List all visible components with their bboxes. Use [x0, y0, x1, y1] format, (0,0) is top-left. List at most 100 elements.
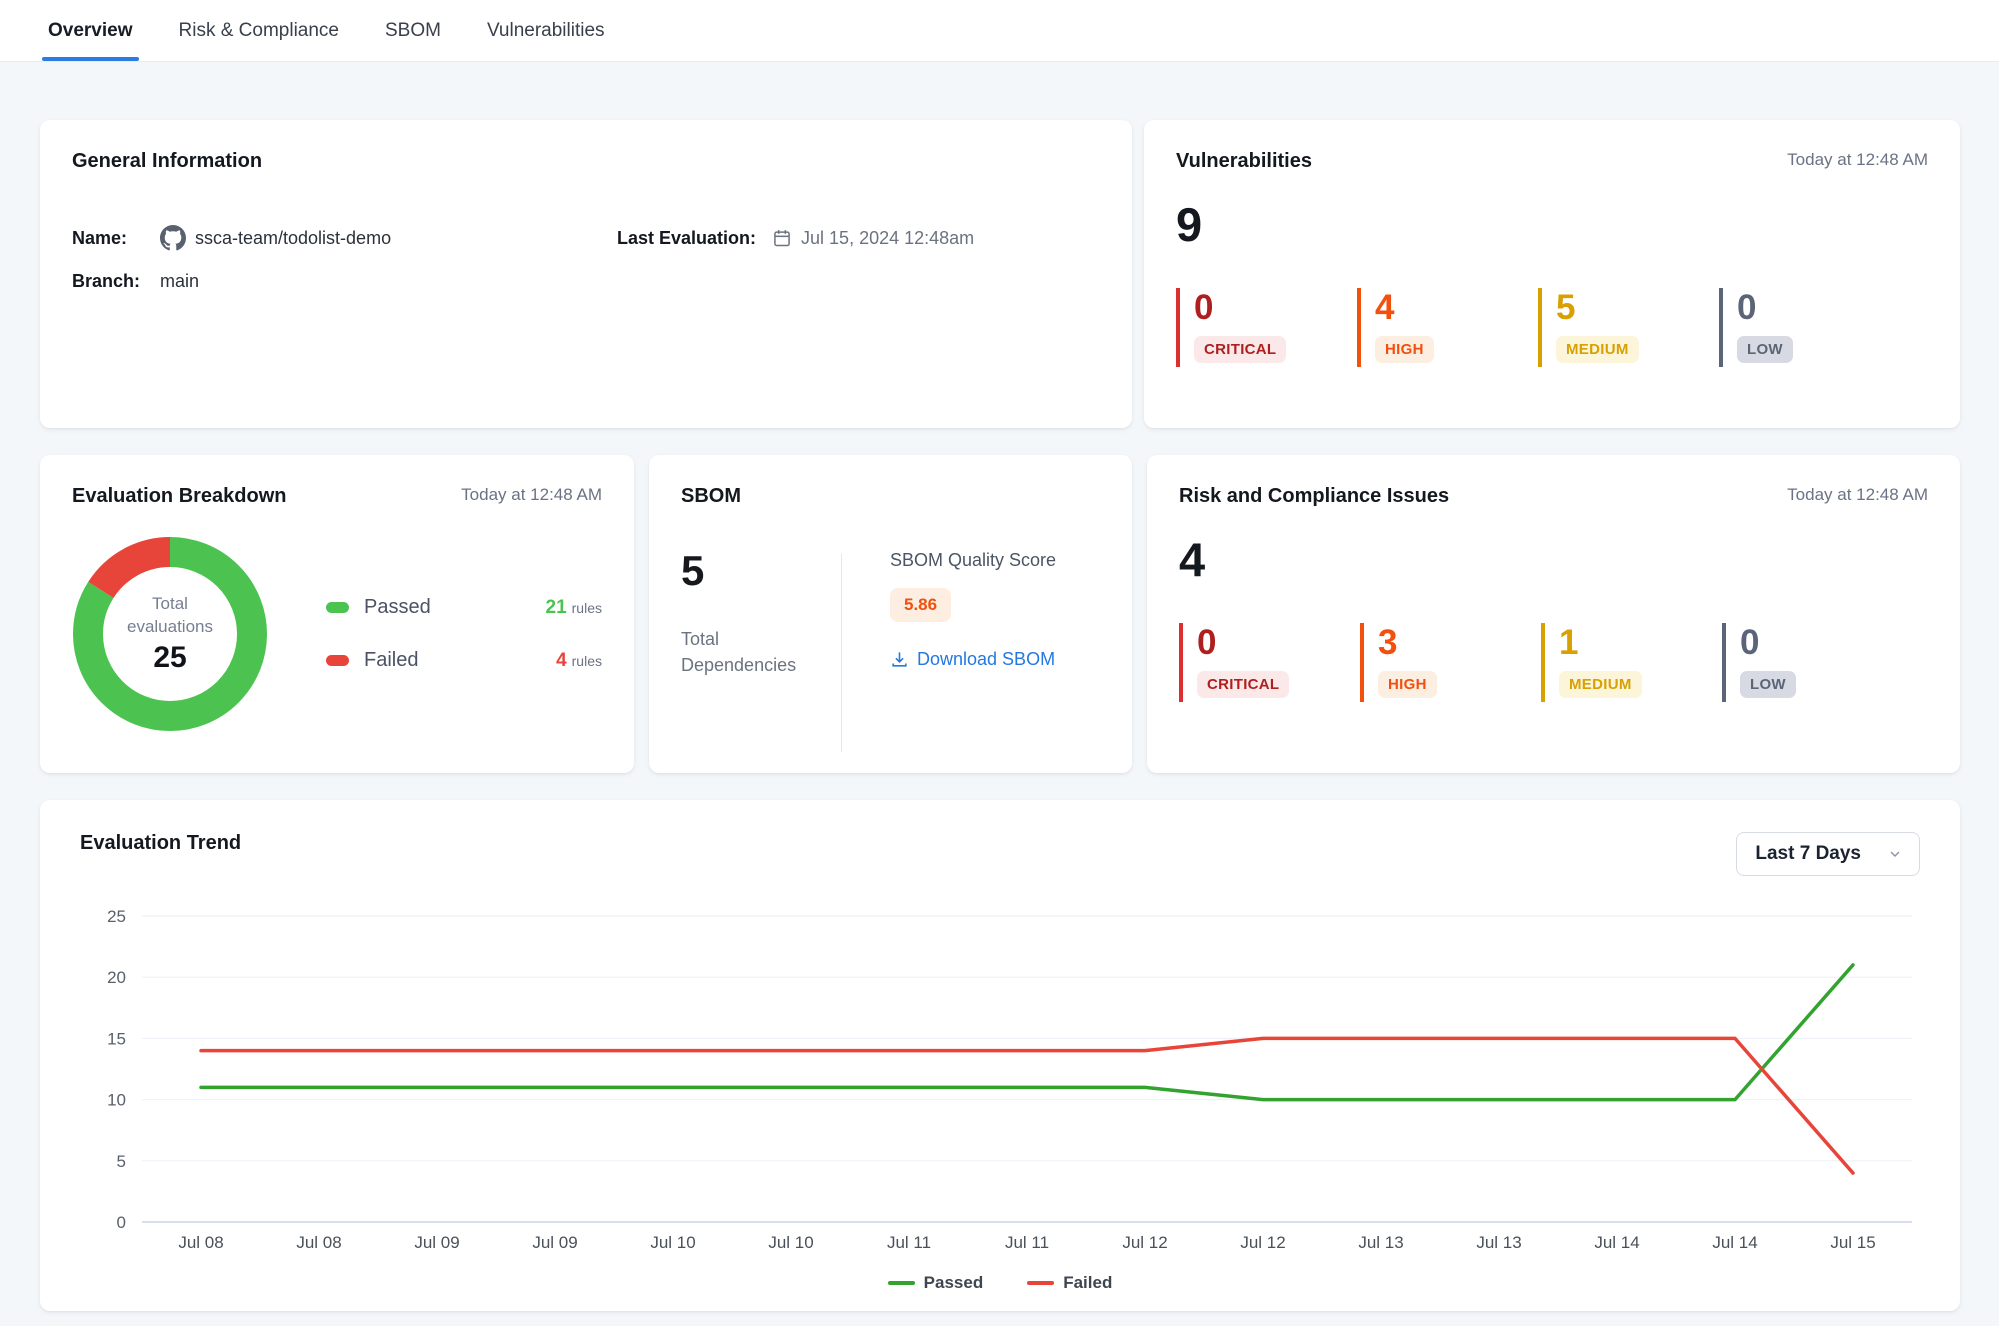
general-information-card: General Information Name: ssca-team/todo…: [40, 120, 1132, 428]
tab-vulnerabilities[interactable]: Vulnerabilities: [487, 0, 605, 61]
date-range-value: Last 7 Days: [1755, 843, 1861, 865]
sbom-quality-score-badge: 5.86: [890, 588, 951, 622]
risk-compliance-card: Risk and Compliance Issues Today at 12:4…: [1147, 455, 1960, 773]
svg-text:20: 20: [107, 968, 126, 987]
severity-count: 0: [1737, 290, 1900, 325]
failed-line-icon: [1027, 1281, 1054, 1285]
legend-failed-row: Failed 4 rules: [326, 649, 602, 672]
severity-badge: MEDIUM: [1559, 671, 1642, 698]
card-title: Vulnerabilities: [1176, 150, 1312, 173]
severity-high: 3 HIGH: [1360, 623, 1541, 702]
severity-count: 3: [1378, 625, 1541, 660]
svg-text:Jul 11: Jul 11: [887, 1233, 931, 1252]
last-evaluation-value: Jul 15, 2024 12:48am: [801, 228, 974, 249]
svg-text:Jul 12: Jul 12: [1240, 1233, 1285, 1252]
evaluations-donut-chart: Total evaluations 25: [72, 536, 268, 732]
severity-count: 0: [1197, 625, 1360, 660]
trend-line-chart-svg: 0510152025Jul 08Jul 08Jul 09Jul 09Jul 10…: [80, 902, 1920, 1254]
severity-count: 4: [1375, 290, 1538, 325]
download-icon: [890, 650, 909, 669]
severity-badge: HIGH: [1375, 336, 1434, 363]
legend-passed-row: Passed 21rules: [326, 596, 602, 619]
download-sbom-link[interactable]: Download SBOM: [890, 649, 1056, 670]
name-label: Name:: [72, 228, 160, 249]
severity-count: 0: [1194, 290, 1357, 325]
severity-critical: 0 CRITICAL: [1179, 623, 1360, 702]
github-icon: [160, 225, 186, 251]
total-evaluations-value: 25: [153, 641, 186, 675]
severity-critical: 0 CRITICAL: [1176, 288, 1357, 367]
trend-legend: Passed Failed: [80, 1273, 1920, 1293]
svg-text:10: 10: [107, 1091, 126, 1110]
severity-low: 0 LOW: [1722, 623, 1903, 702]
evaluation-trend-card: Evaluation Trend Last 7 Days 0510152025J…: [40, 800, 1960, 1311]
timestamp: Today at 12:48 AM: [1787, 150, 1928, 170]
card-title: General Information: [72, 150, 1100, 173]
severity-badge: LOW: [1740, 671, 1796, 698]
failed-count: 4: [556, 650, 567, 671]
svg-text:Jul 14: Jul 14: [1594, 1233, 1639, 1252]
svg-text:Jul 14: Jul 14: [1712, 1233, 1757, 1252]
svg-text:Jul 08: Jul 08: [178, 1233, 223, 1252]
last-evaluation-label: Last Evaluation:: [617, 228, 756, 249]
legend-item-passed[interactable]: Passed: [888, 1273, 984, 1293]
legend-label: Passed: [364, 596, 431, 619]
card-title: Risk and Compliance Issues: [1179, 485, 1449, 508]
vulnerabilities-total: 9: [1176, 201, 1928, 248]
tab-sbom[interactable]: SBOM: [385, 0, 441, 61]
passed-pill-icon: [326, 602, 349, 613]
tab-overview[interactable]: Overview: [48, 0, 133, 61]
evaluation-trend-chart: 0510152025Jul 08Jul 08Jul 09Jul 09Jul 10…: [80, 902, 1920, 1259]
legend-label: Failed: [364, 649, 418, 672]
severity-count: 5: [1556, 290, 1719, 325]
timestamp: Today at 12:48 AM: [461, 485, 602, 505]
svg-text:Jul 09: Jul 09: [532, 1233, 577, 1252]
failed-pill-icon: [326, 655, 349, 666]
svg-text:25: 25: [107, 907, 126, 926]
unit-label: rules: [572, 600, 602, 616]
severity-medium: 1 MEDIUM: [1541, 623, 1722, 702]
tab-bar: Overview Risk & Compliance SBOM Vulnerab…: [0, 0, 1999, 62]
svg-text:Jul 12: Jul 12: [1122, 1233, 1167, 1252]
unit-label: rules: [572, 653, 602, 669]
svg-text:Jul 10: Jul 10: [768, 1233, 813, 1252]
svg-text:Jul 13: Jul 13: [1476, 1233, 1521, 1252]
breakdown-legend: Passed 21rules Failed 4 rules: [326, 596, 602, 672]
severity-badge: MEDIUM: [1556, 336, 1639, 363]
vertical-divider: [841, 554, 842, 752]
severity-low: 0 LOW: [1719, 288, 1900, 367]
svg-text:Jul 15: Jul 15: [1830, 1233, 1875, 1252]
evaluation-breakdown-card: Evaluation Breakdown Today at 12:48 AM T…: [40, 455, 634, 773]
timestamp: Today at 12:48 AM: [1787, 485, 1928, 505]
svg-text:15: 15: [107, 1029, 126, 1048]
donut-center-label: Total evaluations: [127, 593, 213, 639]
severity-count: 0: [1740, 625, 1903, 660]
repo-name-value: ssca-team/todolist-demo: [195, 228, 391, 249]
svg-text:5: 5: [117, 1152, 126, 1171]
last-evaluation-row: Last Evaluation: Jul 15, 2024 12:48am: [617, 225, 1100, 251]
svg-text:Jul 08: Jul 08: [296, 1233, 341, 1252]
severity-badge: CRITICAL: [1194, 336, 1286, 363]
card-title: Evaluation Breakdown: [72, 485, 287, 508]
severity-badge: LOW: [1737, 336, 1793, 363]
branch-value: main: [160, 271, 199, 292]
legend-item-failed[interactable]: Failed: [1027, 1273, 1112, 1293]
risk-issues-total: 4: [1179, 536, 1928, 583]
date-range-dropdown[interactable]: Last 7 Days: [1736, 832, 1920, 876]
calendar-icon: [772, 228, 792, 248]
severity-medium: 5 MEDIUM: [1538, 288, 1719, 367]
tab-risk-compliance[interactable]: Risk & Compliance: [179, 0, 340, 61]
page-content: General Information Name: ssca-team/todo…: [0, 62, 1999, 1311]
card-title: SBOM: [681, 485, 1100, 508]
svg-text:Jul 13: Jul 13: [1358, 1233, 1403, 1252]
passed-line-icon: [888, 1281, 915, 1285]
severity-badge: CRITICAL: [1197, 671, 1289, 698]
branch-label: Branch:: [72, 271, 160, 292]
severity-badge: HIGH: [1378, 671, 1437, 698]
total-dependencies-label: Total Dependencies: [681, 626, 841, 678]
branch-row: Branch: main: [72, 271, 617, 292]
severity-count: 1: [1559, 625, 1722, 660]
svg-text:Jul 10: Jul 10: [650, 1233, 695, 1252]
vulnerabilities-card: Vulnerabilities Today at 12:48 AM 9 0 CR…: [1144, 120, 1960, 428]
sbom-card: SBOM 5 Total Dependencies SBOM Quality S…: [649, 455, 1132, 773]
